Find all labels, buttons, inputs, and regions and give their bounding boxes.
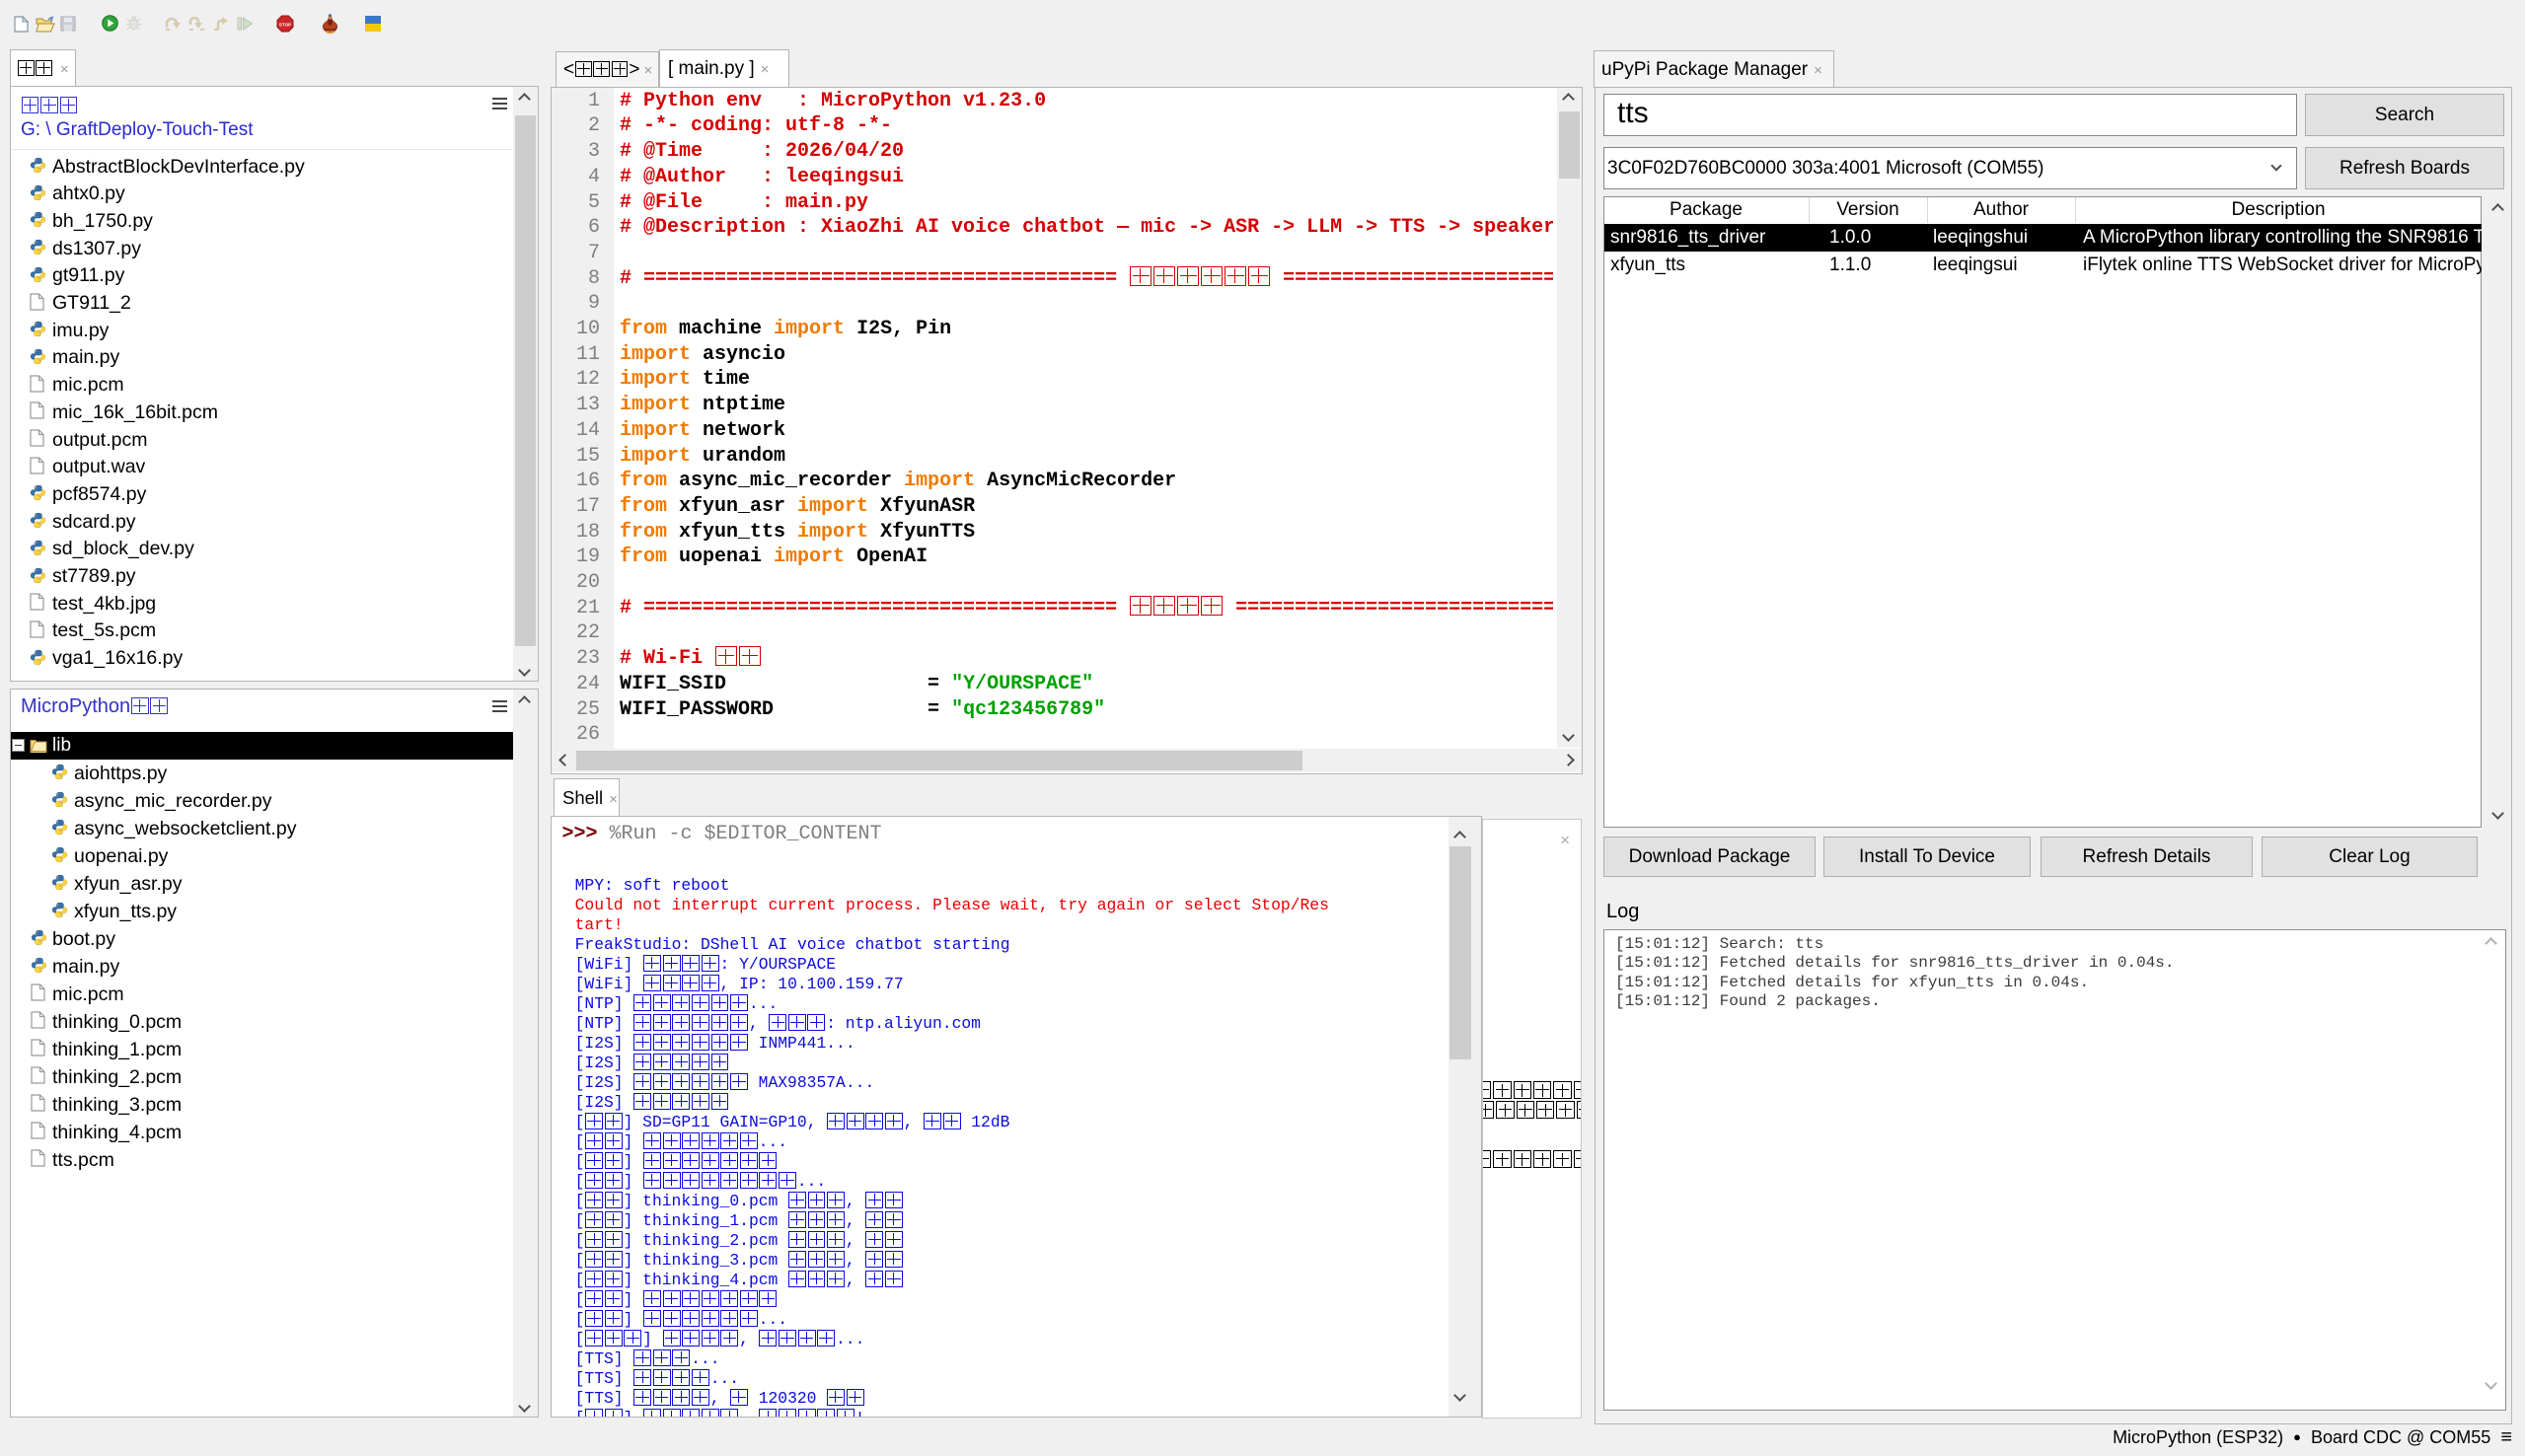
svg-text:STOP: STOP (279, 22, 291, 27)
